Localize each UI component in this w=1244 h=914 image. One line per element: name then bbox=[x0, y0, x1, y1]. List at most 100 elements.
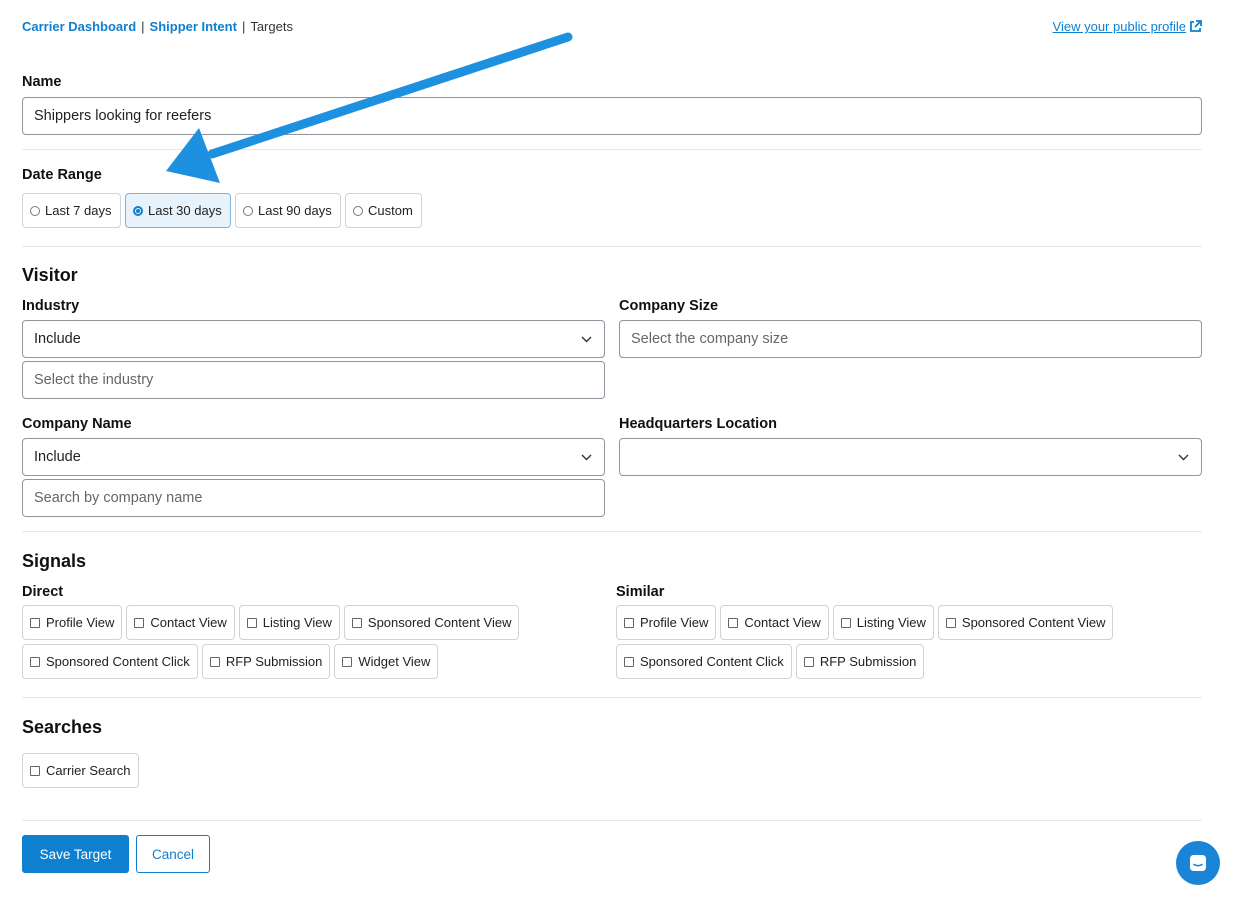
similar-label: Similar bbox=[616, 584, 665, 600]
date-range-options: Last 7 days Last 30 days Last 90 days Cu… bbox=[22, 193, 422, 228]
checkbox-icon bbox=[728, 617, 739, 628]
public-profile-link-label: View your public profile bbox=[1052, 19, 1186, 34]
carrier-search-checkbox[interactable]: Carrier Search bbox=[22, 753, 139, 788]
checkbox-icon bbox=[803, 656, 814, 667]
checkbox-icon bbox=[246, 617, 257, 628]
option-label: Custom bbox=[368, 203, 413, 218]
breadcrumb-shipper-intent[interactable]: Shipper Intent bbox=[150, 19, 237, 34]
similar-profile-view[interactable]: Profile View bbox=[616, 605, 717, 640]
checkbox-icon bbox=[30, 617, 40, 628]
date-range-last-7-days[interactable]: Last 7 days bbox=[22, 193, 121, 228]
checkbox-label: Listing View bbox=[262, 615, 332, 630]
date-range-last-30-days[interactable]: Last 30 days bbox=[125, 193, 231, 228]
industry-input[interactable] bbox=[22, 361, 605, 399]
checkbox-icon bbox=[209, 656, 220, 667]
option-label: Last 90 days bbox=[258, 203, 332, 218]
company-size-label: Company Size bbox=[619, 298, 719, 314]
hq-location-select[interactable] bbox=[619, 438, 1202, 476]
name-label: Name bbox=[22, 74, 62, 90]
checkbox-icon bbox=[342, 656, 353, 667]
chat-icon bbox=[1190, 855, 1206, 871]
direct-widget-view[interactable]: Widget View bbox=[334, 644, 439, 679]
similar-rfp-submission[interactable]: RFP Submission bbox=[795, 644, 925, 679]
checkbox-label: Sponsored Content Click bbox=[46, 654, 190, 669]
radio-icon bbox=[353, 205, 363, 216]
checkbox-label: Contact View bbox=[744, 615, 821, 630]
breadcrumb-separator: | bbox=[141, 19, 145, 34]
similar-listing-view[interactable]: Listing View bbox=[832, 605, 934, 640]
direct-sponsored-content-view[interactable]: Sponsored Content View bbox=[343, 605, 520, 640]
chevron-down-icon bbox=[581, 454, 592, 461]
checkbox-label: RFP Submission bbox=[225, 654, 323, 669]
option-label: Last 7 days bbox=[45, 203, 112, 218]
direct-signals-row-2: Sponsored Content Click RFP Submission W… bbox=[22, 644, 439, 679]
checkbox-label: Sponsored Content View bbox=[961, 615, 1106, 630]
chat-launcher-button[interactable] bbox=[1176, 841, 1220, 885]
breadcrumb-separator: | bbox=[241, 19, 246, 34]
radio-selected-icon bbox=[133, 205, 143, 216]
save-target-button[interactable]: Save Target bbox=[22, 835, 129, 873]
cancel-button[interactable]: Cancel bbox=[136, 835, 210, 873]
checkbox-label: Profile View bbox=[640, 615, 709, 630]
similar-signals-row-2: Sponsored Content Click RFP Submission bbox=[616, 644, 925, 679]
direct-sponsored-content-click[interactable]: Sponsored Content Click bbox=[22, 644, 198, 679]
industry-mode-value: Include bbox=[34, 331, 81, 347]
industry-mode-select[interactable]: Include bbox=[22, 320, 605, 358]
similar-contact-view[interactable]: Contact View bbox=[720, 605, 829, 640]
public-profile-link[interactable]: View your public profile bbox=[1053, 19, 1202, 34]
company-name-label: Company Name bbox=[22, 416, 132, 432]
checkbox-icon bbox=[351, 617, 362, 628]
company-name-mode-value: Include bbox=[34, 449, 81, 465]
top-bar: Carrier Dashboard | Shipper Intent | Targets… bbox=[22, 19, 1202, 35]
divider bbox=[22, 531, 1202, 532]
checkbox-icon bbox=[30, 656, 40, 667]
breadcrumb-carrier-dashboard[interactable]: Carrier Dashboard bbox=[22, 19, 136, 34]
searches-heading: Searches bbox=[22, 717, 103, 737]
checkbox-icon bbox=[624, 617, 634, 628]
similar-sponsored-content-click[interactable]: Sponsored Content Click bbox=[616, 644, 792, 679]
direct-rfp-submission[interactable]: RFP Submission bbox=[201, 644, 331, 679]
company-size-input[interactable] bbox=[619, 320, 1202, 358]
checkbox-icon bbox=[624, 656, 634, 667]
direct-profile-view[interactable]: Profile View bbox=[22, 605, 123, 640]
divider bbox=[22, 149, 1202, 150]
checkbox-label: Listing View bbox=[856, 615, 926, 630]
company-name-mode-select[interactable]: Include bbox=[22, 438, 605, 476]
name-input[interactable] bbox=[22, 97, 1202, 135]
visitor-heading: Visitor bbox=[22, 265, 78, 285]
chevron-down-icon bbox=[1178, 454, 1189, 461]
searches-options: Carrier Search bbox=[22, 753, 139, 788]
checkbox-label: RFP Submission bbox=[819, 654, 917, 669]
direct-label: Direct bbox=[22, 584, 64, 600]
breadcrumb: Carrier Dashboard | Shipper Intent | Targets bbox=[22, 19, 293, 34]
radio-icon bbox=[243, 205, 253, 216]
industry-label: Industry bbox=[22, 298, 80, 314]
checkbox-label: Widget View bbox=[358, 654, 431, 669]
date-range-label: Date Range bbox=[22, 167, 102, 183]
checkbox-label: Sponsored Content Click bbox=[640, 654, 784, 669]
checkbox-label: Sponsored Content View bbox=[367, 615, 512, 630]
checkbox-icon bbox=[840, 617, 851, 628]
direct-contact-view[interactable]: Contact View bbox=[126, 605, 235, 640]
divider bbox=[22, 697, 1202, 698]
option-label: Last 30 days bbox=[148, 203, 222, 218]
breadcrumb-current: Targets bbox=[250, 19, 293, 34]
checkbox-icon bbox=[134, 617, 145, 628]
direct-listing-view[interactable]: Listing View bbox=[238, 605, 340, 640]
checkbox-label: Profile View bbox=[46, 615, 115, 630]
date-range-last-90-days[interactable]: Last 90 days bbox=[235, 193, 341, 228]
direct-signals-row-1: Profile View Contact View Listing View S… bbox=[22, 605, 520, 640]
similar-sponsored-content-view[interactable]: Sponsored Content View bbox=[937, 605, 1114, 640]
checkbox-icon bbox=[945, 617, 956, 628]
similar-signals-row-1: Profile View Contact View Listing View S… bbox=[616, 605, 1114, 640]
signals-heading: Signals bbox=[22, 551, 87, 571]
checkbox-label: Carrier Search bbox=[46, 763, 131, 778]
chevron-down-icon bbox=[581, 336, 592, 343]
hq-location-label: Headquarters Location bbox=[619, 416, 777, 432]
divider bbox=[22, 246, 1202, 247]
date-range-custom[interactable]: Custom bbox=[345, 193, 422, 228]
checkbox-label: Contact View bbox=[150, 615, 227, 630]
checkbox-icon bbox=[30, 765, 40, 776]
radio-icon bbox=[30, 205, 40, 216]
company-name-input[interactable] bbox=[22, 479, 605, 517]
